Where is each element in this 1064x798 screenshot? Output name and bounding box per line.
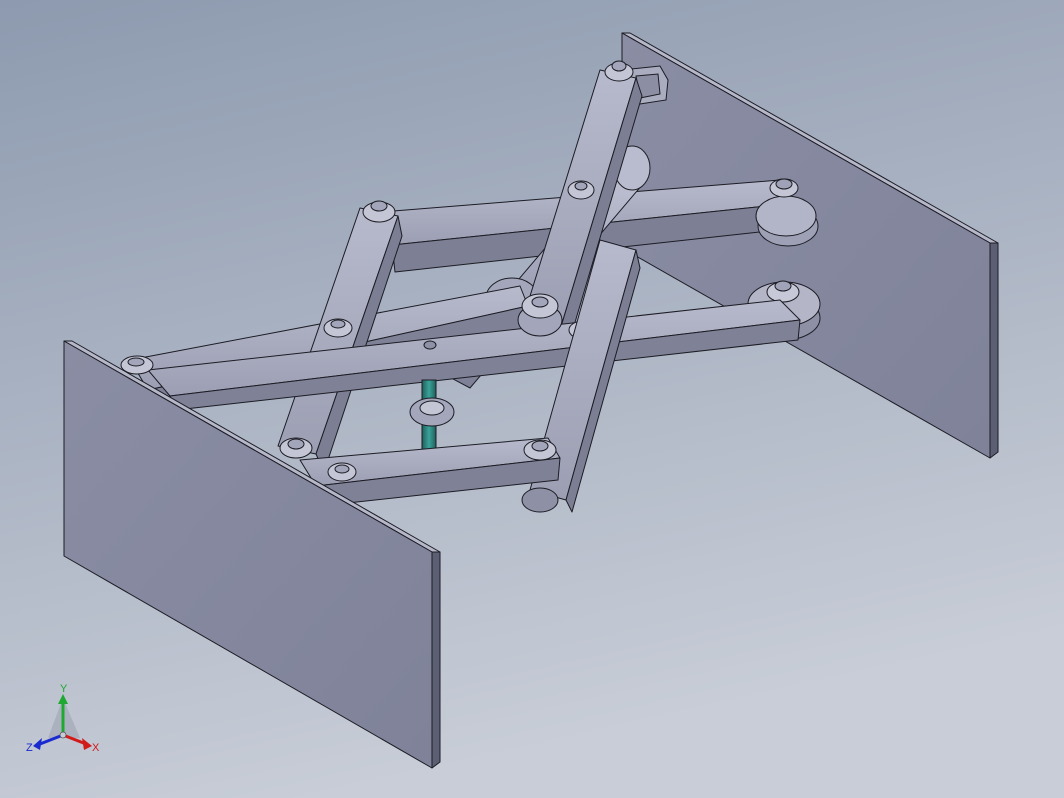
z-axis-label: Z (26, 742, 33, 754)
y-axis-arrow (58, 694, 68, 704)
z-axis-arrow (33, 738, 42, 750)
x-axis-arrow (82, 738, 92, 750)
triad-origin (59, 731, 67, 739)
cad-viewport[interactable]: Y X Z (0, 0, 1064, 798)
orientation-triad: Y X Z (26, 683, 100, 754)
x-axis-label: X (92, 742, 100, 754)
3d-model-view[interactable] (0, 0, 1064, 798)
y-axis-label: Y (60, 683, 68, 695)
